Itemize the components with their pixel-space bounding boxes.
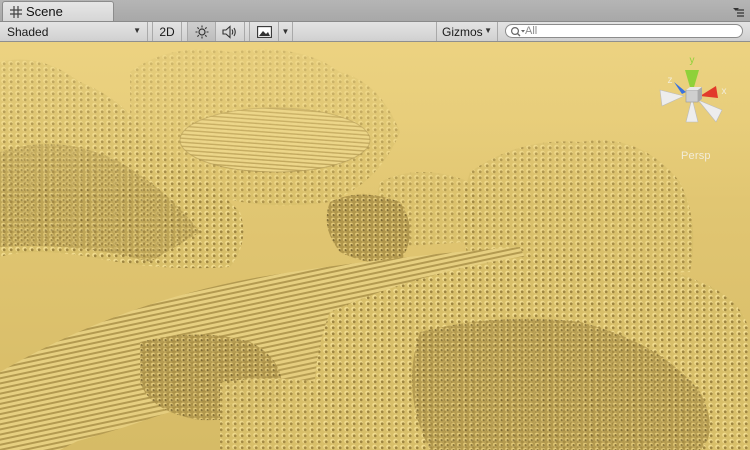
grid-icon — [10, 6, 22, 18]
x-axis-cone[interactable] — [700, 86, 718, 98]
z-axis-cone[interactable] — [674, 82, 686, 94]
speaker-icon — [222, 24, 236, 39]
neg-z-axis-cone[interactable] — [697, 99, 723, 123]
tab-bar: Scene — [0, 0, 750, 22]
chevron-down-icon: ▼ — [133, 26, 141, 35]
x-axis-label: x — [722, 86, 727, 97]
draw-mode-dropdown[interactable]: Shaded ▼ — [0, 22, 148, 41]
search-icon — [510, 26, 525, 37]
gizmos-label: Gizmos — [442, 24, 483, 39]
scene-orientation-gizmo[interactable]: y x z — [654, 50, 750, 146]
center-cube[interactable] — [685, 89, 699, 103]
sun-icon — [195, 25, 208, 38]
effects-toggle-button[interactable] — [249, 22, 279, 41]
search-field[interactable] — [505, 24, 743, 38]
tab-scene[interactable]: Scene — [2, 1, 114, 21]
scene-toolbar: Shaded ▼ 2D ▼ Gizmos ▼ — [0, 22, 750, 42]
projection-label[interactable]: Persp — [681, 150, 711, 162]
lighting-toggle-button[interactable] — [187, 22, 216, 41]
search-input[interactable] — [525, 25, 725, 37]
toggle-2d-button[interactable]: 2D — [152, 22, 182, 41]
gizmos-dropdown[interactable]: Gizmos ▼ — [436, 22, 498, 41]
draw-mode-label: Shaded — [7, 24, 49, 39]
panel-menu-icon[interactable] — [732, 5, 744, 17]
neg-x-axis-cone[interactable] — [659, 89, 685, 107]
chevron-down-icon: ▼ — [484, 26, 492, 35]
chevron-down-icon: ▼ — [281, 27, 290, 36]
z-axis-label: z — [668, 75, 673, 86]
effects-dropdown-button[interactable]: ▼ — [279, 22, 293, 41]
image-icon — [256, 25, 272, 38]
audio-toggle-button[interactable] — [216, 22, 245, 41]
toggle-2d-label: 2D — [159, 24, 175, 39]
tab-label: Scene — [26, 4, 63, 19]
fractal-scene-render — [0, 42, 750, 450]
scene-viewport[interactable]: y x z Persp — [0, 42, 750, 450]
y-axis-label: y — [690, 55, 695, 66]
